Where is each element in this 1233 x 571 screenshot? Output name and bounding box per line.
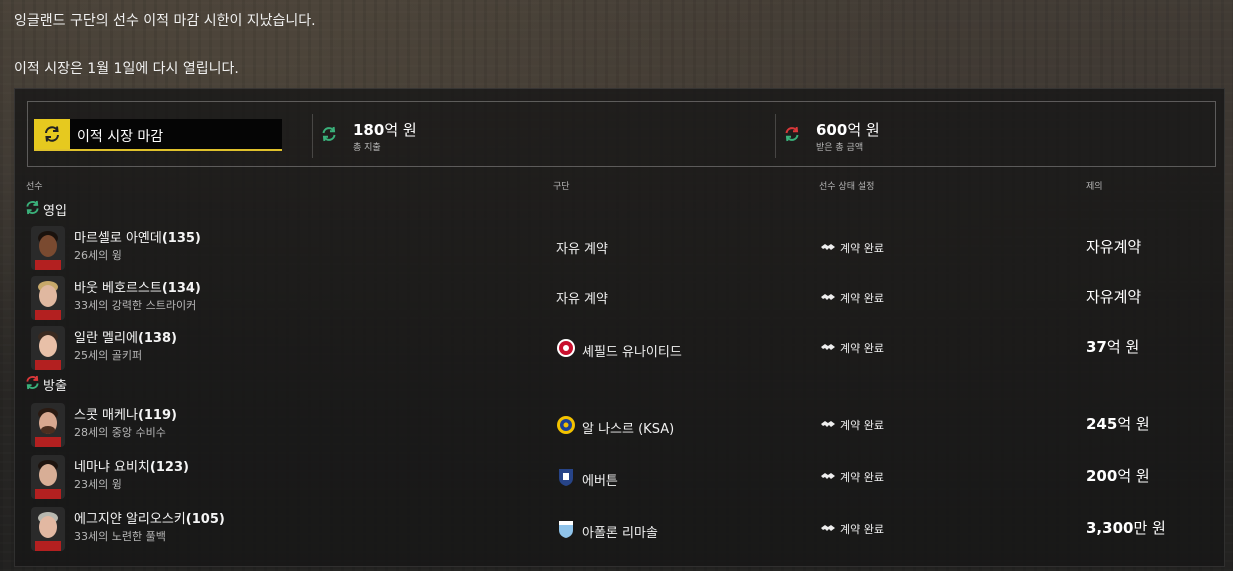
total-spend-amount: 180억 원	[353, 121, 417, 139]
player-status: 계약 완료	[820, 340, 884, 356]
total-received-stat: 600억 원 받은 총 금액	[775, 114, 1025, 158]
al-nassr-crest-icon	[556, 415, 576, 439]
incoming-arrows-icon	[321, 126, 337, 146]
total-spend-caption: 총 지출	[353, 143, 381, 153]
player-description: 26세의 윙	[74, 249, 122, 262]
player-avatar	[31, 276, 65, 320]
everton-crest-icon	[556, 467, 576, 491]
player-description: 33세의 강력한 스트라이커	[74, 299, 197, 312]
reopen-notice: 이적 시장은 1월 1일에 다시 열립니다.	[14, 61, 239, 77]
player-status: 계약 완료	[820, 240, 884, 256]
transfer-fee: 자유계약	[1086, 238, 1142, 256]
transfer-fee: 245억 원	[1086, 415, 1150, 433]
total-received-amount: 600억 원	[816, 121, 880, 139]
player-avatar	[31, 455, 65, 499]
handshake-icon	[820, 419, 836, 432]
transfer-window-status: 이적 시장 마감	[34, 119, 282, 151]
player-name[interactable]: 마르셀로 아옌데(135)	[74, 227, 201, 246]
handshake-icon	[820, 342, 836, 355]
player-club: 자유 계약	[556, 292, 608, 307]
player-status: 계약 완료	[820, 521, 884, 537]
player-description: 33세의 노련한 풀백	[74, 530, 166, 543]
player-name[interactable]: 스콧 매케나(119)	[74, 404, 177, 423]
transfer-fee: 200억 원	[1086, 467, 1150, 485]
player-name[interactable]: 네마냐 요비치(123)	[74, 456, 189, 475]
column-header-club[interactable]: 구단	[553, 179, 570, 192]
player-avatar	[31, 326, 65, 370]
player-avatar	[31, 226, 65, 270]
total-spend-stat: 180억 원 총 지출	[312, 114, 562, 158]
player-name[interactable]: 바웃 베호르스트(134)	[74, 277, 201, 296]
incoming-section-header: 영입	[25, 200, 67, 219]
incoming-row[interactable]: 일란 멜리에(138) 25세의 골키퍼 셰필드 유나이티드 계약 완료 37억…	[15, 323, 1224, 373]
player-avatar	[31, 507, 65, 551]
transfer-window-label: 이적 시장 마감	[77, 129, 164, 145]
player-club[interactable]: 에버튼	[556, 467, 618, 491]
incoming-section-label: 영입	[43, 204, 67, 219]
player-status: 계약 완료	[820, 417, 884, 433]
transfer-fee: 37억 원	[1086, 338, 1140, 356]
outgoing-section-header: 방출	[25, 375, 67, 394]
handshake-icon	[820, 292, 836, 305]
outgoing-arrows-icon	[784, 126, 800, 146]
player-avatar	[31, 403, 65, 447]
incoming-arrows-icon	[25, 200, 40, 219]
outgoing-arrows-icon	[25, 375, 40, 394]
player-name[interactable]: 에그지얀 알리오스키(105)	[74, 508, 225, 527]
outgoing-row[interactable]: 에그지얀 알리오스키(105) 33세의 노련한 풀백 아폴론 리마솔 계약 완…	[15, 504, 1224, 554]
handshake-icon	[820, 523, 836, 536]
player-club[interactable]: 알 나스르 (KSA)	[556, 415, 674, 439]
outgoing-row[interactable]: 스콧 매케나(119) 28세의 중앙 수비수 알 나스르 (KSA) 계약 완…	[15, 400, 1224, 450]
player-club[interactable]: 셰필드 유나이티드	[556, 338, 682, 362]
deadline-notice: 잉글랜드 구단의 선수 이적 마감 시한이 지났습니다.	[14, 13, 316, 29]
total-received-caption: 받은 총 금액	[816, 143, 864, 153]
transfer-fee: 자유계약	[1086, 288, 1142, 306]
outgoing-section-label: 방출	[43, 379, 67, 394]
transfer-panel: 이적 시장 마감 180억 원 총 지출 600억 원 받은 총 금액 선수 구…	[14, 88, 1225, 567]
incoming-row[interactable]: 마르셀로 아옌데(135) 26세의 윙 자유 계약 계약 완료 자유계약	[15, 223, 1224, 273]
handshake-icon	[820, 471, 836, 484]
player-status: 계약 완료	[820, 469, 884, 485]
outgoing-row[interactable]: 네마냐 요비치(123) 23세의 윙 에버튼 계약 완료 200억 원	[15, 452, 1224, 502]
column-header-status[interactable]: 선수 상태 설정	[819, 179, 874, 192]
apollon-limassol-crest-icon	[556, 519, 576, 543]
transfer-summary: 이적 시장 마감 180억 원 총 지출 600억 원 받은 총 금액	[27, 101, 1216, 167]
handshake-icon	[820, 242, 836, 255]
player-club: 자유 계약	[556, 242, 608, 257]
column-header-player[interactable]: 선수	[26, 179, 43, 192]
player-description: 28세의 중앙 수비수	[74, 426, 166, 439]
transfer-fee: 3,300만 원	[1086, 519, 1166, 537]
player-description: 23세의 윙	[74, 478, 122, 491]
player-description: 25세의 골키퍼	[74, 349, 143, 362]
transfer-arrows-icon	[34, 119, 70, 149]
player-name[interactable]: 일란 멜리에(138)	[74, 327, 177, 346]
column-header-offer[interactable]: 제의	[1086, 179, 1103, 192]
player-club[interactable]: 아폴론 리마솔	[556, 519, 658, 543]
sheffield-united-crest-icon	[556, 338, 576, 362]
incoming-row[interactable]: 바웃 베호르스트(134) 33세의 강력한 스트라이커 자유 계약 계약 완료…	[15, 273, 1224, 323]
player-status: 계약 완료	[820, 290, 884, 306]
